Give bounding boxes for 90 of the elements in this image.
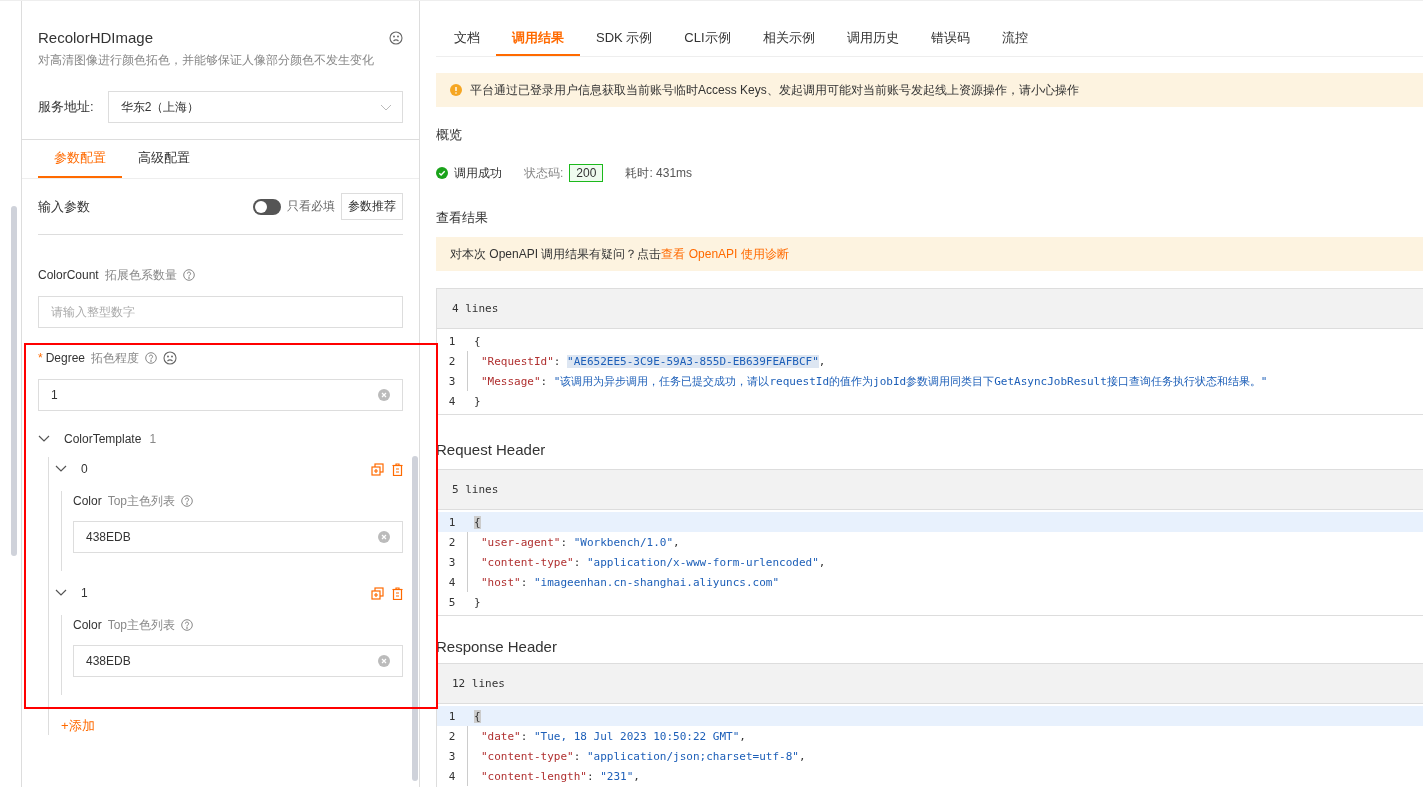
code-text: "content-type": "application/json;charset=utf-8", xyxy=(481,749,806,763)
copy-icon[interactable] xyxy=(371,462,384,476)
clear-icon[interactable] xyxy=(378,655,390,667)
code-text: "date": "Tue, 18 Jul 2023 10:50:22 GMT", xyxy=(481,729,746,743)
item-index: 1 xyxy=(81,586,89,600)
line-number: 1 xyxy=(447,334,457,348)
code-text: "RequestId": "AE652EE5-3C9E-59A3-855D-EB639FEAFBCF", xyxy=(481,354,826,368)
item-index: 0 xyxy=(81,462,89,476)
line-number: 2 xyxy=(447,535,457,549)
section-title: 查看结果 xyxy=(436,209,489,227)
help-icon xyxy=(181,619,194,631)
section-title: 概览 xyxy=(436,126,463,144)
code-text: "user-agent": "Workbench/1.0", xyxy=(481,535,680,549)
param-description: Top主色列表 xyxy=(107,492,176,510)
tab[interactable]: 流控 xyxy=(985,19,1044,56)
line-number: 1 xyxy=(447,515,457,529)
delete-icon[interactable] xyxy=(392,462,403,476)
line-number: 3 xyxy=(447,555,457,569)
chevron-icon[interactable] xyxy=(55,465,67,473)
line-number: 4 xyxy=(447,769,457,783)
status-label: 状态码: xyxy=(524,164,564,182)
help-icon xyxy=(181,495,194,507)
toggle-switch[interactable] xyxy=(253,198,281,215)
help-icon xyxy=(182,269,195,281)
param-description: Top主色列表 xyxy=(107,616,176,634)
line-count: 5 lines xyxy=(452,483,499,496)
hint-text: 对本次 OpenAPI 调用结果有疑问？点击查看 OpenAPI 使用诊断 xyxy=(450,245,789,263)
code-text: { xyxy=(474,515,481,529)
input-field[interactable]: 438EDB xyxy=(73,645,403,677)
chevron-icon xyxy=(380,103,392,111)
warning-icon xyxy=(450,84,462,96)
api-description: 对高清图像进行颜色拓色，并能够保证人像部分颜色不发生变化 xyxy=(38,52,375,69)
required-mark: * xyxy=(38,351,43,365)
param-name: ColorTemplate xyxy=(64,432,142,446)
param-description: 拓色程度 xyxy=(91,349,140,367)
line-number: 5 xyxy=(447,595,457,609)
code-text: { xyxy=(474,709,481,723)
code-text: { xyxy=(474,334,481,348)
field-label: 服务地址: xyxy=(38,98,94,116)
param-description: 拓展色系数量 xyxy=(104,266,177,284)
tab[interactable]: 高级配置 xyxy=(122,140,206,178)
param-name: ColorCount xyxy=(38,268,99,282)
code-text: } xyxy=(474,595,481,609)
recommend-button[interactable]: 参数推荐 xyxy=(341,193,403,220)
param-name: Color xyxy=(73,618,102,632)
clear-icon[interactable] xyxy=(378,531,390,543)
line-number: 3 xyxy=(447,374,457,388)
feedback-icon xyxy=(163,351,178,365)
toggle-label: 只看必填 xyxy=(287,198,335,215)
delete-icon[interactable] xyxy=(392,586,403,600)
status-code: 200 xyxy=(569,164,604,182)
section-title: 输入参数 xyxy=(38,197,91,216)
tab[interactable]: 文档 xyxy=(438,19,496,56)
input-field[interactable]: 1 xyxy=(38,379,403,411)
line-number: 2 xyxy=(447,354,457,368)
code-text: "content-type": "application/x-www-form-urlencoded", xyxy=(481,555,826,569)
param-name: Color xyxy=(73,494,102,508)
input-field[interactable]: 438EDB xyxy=(73,521,403,553)
region-select[interactable]: 华东2（上海） xyxy=(107,91,403,123)
line-number: 3 xyxy=(447,749,457,763)
line-count: 4 lines xyxy=(452,302,499,315)
copy-icon[interactable] xyxy=(371,586,384,600)
success-icon xyxy=(436,167,448,179)
param-name: Degree xyxy=(45,351,86,365)
clear-icon[interactable] xyxy=(378,389,390,401)
chevron-icon[interactable] xyxy=(38,435,50,443)
line-number: 4 xyxy=(447,575,457,589)
line-number: 2 xyxy=(447,729,457,743)
api-title: RecolorHDImage xyxy=(38,29,154,46)
tab[interactable]: 错误码 xyxy=(914,19,986,56)
code-text: } xyxy=(474,394,481,408)
code-text: "host": "imageenhan.cn-shanghai.aliyuncs.com" xyxy=(481,575,780,589)
item-count: 1 xyxy=(149,432,157,446)
line-count: 12 lines xyxy=(452,677,505,690)
status-text: 调用成功 xyxy=(454,164,502,182)
line-number: 1 xyxy=(447,709,457,723)
feedback-icon xyxy=(389,30,403,45)
tab[interactable]: 调用历史 xyxy=(830,19,915,56)
tab[interactable]: SDK 示例 xyxy=(580,19,669,56)
code-text: "Message": "该调用为异步调用，任务已提交成功，请以requestId的值作为jobId参数调用同类目下GetAsyncJobResult接口查询任务执行状态和结果。" xyxy=(481,373,1268,389)
code-text: "content-length": "231", xyxy=(481,769,640,783)
line-number: 4 xyxy=(447,394,457,408)
tab[interactable]: CLI示例 xyxy=(668,19,747,56)
section-title: Response Header xyxy=(436,638,558,655)
elapsed-time: 耗时: 431ms xyxy=(625,164,693,182)
help-icon xyxy=(145,352,158,364)
warning-text: 平台通过已登录用户信息获取当前账号临时Access Keys、发起调用可能对当前账号发起线上资源操作，请小心操作 xyxy=(470,81,1079,99)
tab[interactable]: 相关示例 xyxy=(746,19,831,56)
section-title: Request Header xyxy=(436,441,547,458)
chevron-icon[interactable] xyxy=(55,589,67,597)
